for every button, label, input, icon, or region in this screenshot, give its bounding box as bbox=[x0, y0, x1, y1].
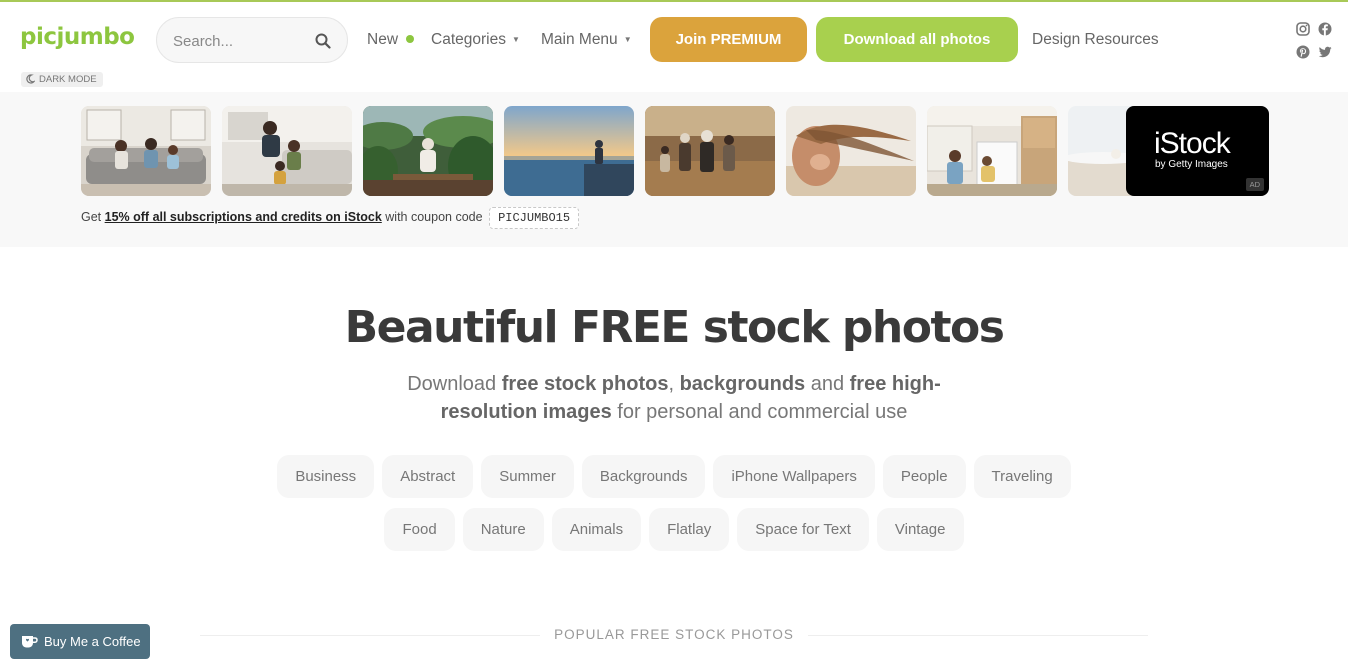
tag-people[interactable]: People bbox=[882, 455, 966, 498]
istock-brand: iStock bbox=[1154, 127, 1231, 160]
join-premium-button[interactable]: Join PREMIUM bbox=[650, 17, 807, 62]
search-box[interactable] bbox=[156, 17, 348, 63]
category-tags-row-1: Business Abstract Summer Backgrounds iPh… bbox=[0, 455, 1348, 498]
tag-vintage[interactable]: Vintage bbox=[876, 508, 964, 551]
coupon-code[interactable]: PICJUMBO15 bbox=[489, 207, 580, 229]
tag-animals[interactable]: Animals bbox=[551, 508, 642, 551]
istock-logo-tile[interactable]: iStock by Getty Images AD bbox=[1126, 106, 1269, 196]
ad-thumbnail-7[interactable] bbox=[927, 106, 1057, 196]
coupon-prefix: Get bbox=[81, 210, 102, 224]
search-input[interactable] bbox=[173, 30, 313, 52]
istock-sub: by Getty Images bbox=[1155, 159, 1228, 170]
nav-new-label: New bbox=[367, 31, 399, 48]
ad-thumbnail-6[interactable] bbox=[786, 106, 916, 196]
ad-thumbnail-5[interactable] bbox=[645, 106, 775, 196]
moon-icon bbox=[26, 74, 36, 84]
ad-thumbnail-4[interactable] bbox=[504, 106, 634, 196]
search-icon[interactable] bbox=[315, 33, 331, 49]
ad-thumbnail-3[interactable] bbox=[363, 106, 493, 196]
nav-main-menu[interactable]: Main Menu ▼ bbox=[541, 31, 632, 49]
nav-categories[interactable]: Categories ▼ bbox=[431, 31, 520, 49]
hero-title: Beautiful FREE stock photos bbox=[344, 302, 1005, 353]
tag-space-for-text[interactable]: Space for Text bbox=[737, 508, 869, 551]
site-logo[interactable]: picjumbo bbox=[20, 24, 135, 50]
buy-me-coffee-button[interactable]: Buy Me a Coffee bbox=[10, 624, 150, 659]
caret-down-icon: ▼ bbox=[511, 35, 520, 44]
tag-backgrounds[interactable]: Backgrounds bbox=[581, 455, 706, 498]
category-tags-row-2: Food Nature Animals Flatlay Space for Te… bbox=[0, 508, 1348, 551]
hero-sub-bold-1: free stock photos bbox=[501, 373, 669, 395]
tag-abstract[interactable]: Abstract bbox=[382, 455, 474, 498]
dark-mode-toggle[interactable]: DARK MODE bbox=[21, 72, 103, 87]
coupon-line: Get 15% off all subscriptions and credit… bbox=[81, 207, 580, 229]
tag-business[interactable]: Business bbox=[277, 455, 375, 498]
tag-traveling[interactable]: Traveling bbox=[973, 455, 1071, 498]
hero-subtitle: Download free stock photos, backgrounds … bbox=[374, 370, 974, 426]
popular-photos-heading: POPULAR FREE STOCK PHOTOS bbox=[554, 627, 794, 642]
buy-me-coffee-label: Buy Me a Coffee bbox=[44, 634, 141, 649]
coupon-link[interactable]: 15% off all subscriptions and credits on… bbox=[105, 210, 382, 224]
nav-main-menu-label: Main Menu bbox=[541, 31, 618, 48]
tag-summer[interactable]: Summer bbox=[481, 455, 574, 498]
ad-thumbnail-2[interactable] bbox=[222, 106, 352, 196]
ad-label-badge: AD bbox=[1245, 178, 1264, 191]
instagram-icon[interactable] bbox=[1296, 22, 1310, 36]
coffee-cup-icon bbox=[22, 636, 38, 648]
top-accent-line bbox=[0, 0, 1348, 2]
hero-sub-text-1: Download bbox=[407, 373, 502, 395]
tag-food[interactable]: Food bbox=[384, 508, 455, 551]
coupon-middle: with coupon code bbox=[385, 210, 483, 224]
nav-design-resources[interactable]: Design Resources bbox=[1032, 31, 1159, 49]
hero-sub-text-3: and bbox=[805, 373, 850, 395]
download-all-button[interactable]: Download all photos bbox=[816, 17, 1018, 62]
istock-ad-banner: iStock by Getty Images AD Get 15% off al… bbox=[0, 92, 1348, 247]
dark-mode-label: DARK MODE bbox=[39, 74, 97, 85]
caret-down-icon: ▼ bbox=[623, 35, 632, 44]
hero-sub-text-4: for personal and commercial use bbox=[611, 401, 908, 423]
tag-flatlay[interactable]: Flatlay bbox=[649, 508, 730, 551]
tag-nature[interactable]: Nature bbox=[462, 508, 544, 551]
twitter-icon[interactable] bbox=[1318, 45, 1332, 59]
nav-new[interactable]: New bbox=[367, 31, 415, 49]
pinterest-icon[interactable] bbox=[1296, 45, 1310, 59]
hero-sub-bold-2: backgrounds bbox=[679, 373, 806, 395]
nav-categories-label: Categories bbox=[431, 31, 506, 48]
facebook-icon[interactable] bbox=[1318, 22, 1332, 36]
new-indicator-dot bbox=[406, 35, 415, 43]
tag-iphone-wallpapers[interactable]: iPhone Wallpapers bbox=[713, 455, 875, 498]
hero-sub-text-2: , bbox=[668, 373, 680, 395]
ad-thumbnail-1[interactable] bbox=[81, 106, 211, 196]
